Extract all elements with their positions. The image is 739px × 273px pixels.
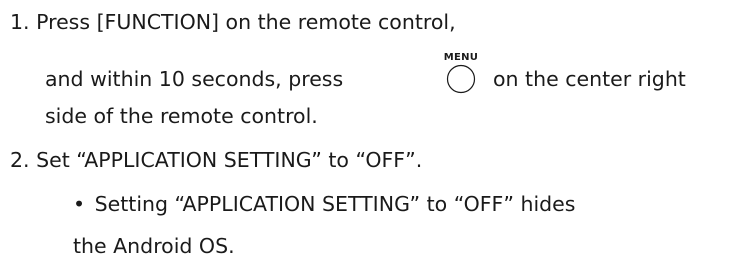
- step-1-text-line-1: Press [FUNCTION] on the remote control,: [36, 10, 456, 34]
- bullet-glyph: •: [73, 192, 86, 216]
- step-1-text-line-2-after: on the center right: [493, 67, 686, 91]
- instruction-document: 1. Press [FUNCTION] on the remote contro…: [0, 0, 739, 273]
- step-2-bullet-text-line-1: Setting “APPLICATION SETTING” to “OFF” h…: [94, 192, 576, 216]
- step-1-text-line-3: side of the remote control.: [45, 104, 318, 128]
- step-1-text-line-2-before: and within 10 seconds, press: [45, 67, 344, 91]
- step-1-line-2: and within 10 seconds, press: [45, 67, 343, 91]
- step-2-bullet-line-2: the Android OS.: [73, 234, 235, 258]
- step-1-line-2-after: on the center right: [493, 67, 686, 91]
- step-2-line-1: 2. Set “APPLICATION SETTING” to “OFF”.: [10, 148, 422, 172]
- step-1-line-1: 1. Press [FUNCTION] on the remote contro…: [10, 10, 456, 34]
- step-2-bullet-line-1: • Setting “APPLICATION SETTING” to “OFF”…: [73, 192, 575, 216]
- round-button-icon: [446, 64, 476, 94]
- step-2-bullet-text-line-2: the Android OS.: [73, 234, 235, 258]
- step-2-number: 2.: [10, 148, 30, 172]
- step-1-number: 1.: [10, 10, 30, 34]
- step-1-line-3: side of the remote control.: [45, 104, 318, 128]
- step-2-text-line-1: Set “APPLICATION SETTING” to “OFF”.: [36, 148, 423, 172]
- menu-key-symbol: MENU: [440, 52, 482, 94]
